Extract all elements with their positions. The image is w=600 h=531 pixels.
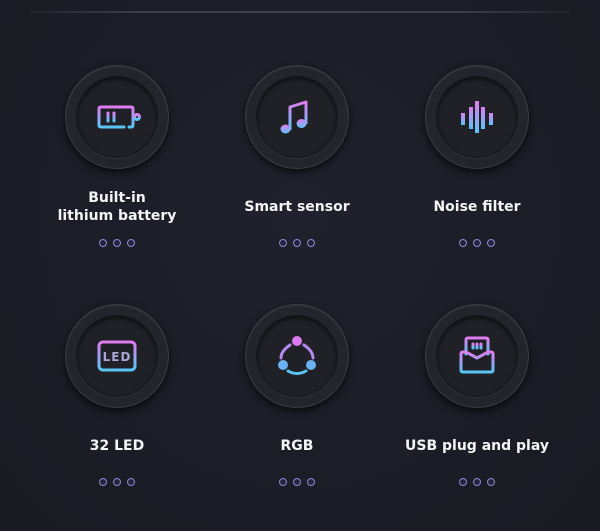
dot — [487, 478, 495, 486]
dot — [113, 478, 121, 486]
dot — [293, 239, 301, 247]
dot — [487, 239, 495, 247]
pagination-dots — [279, 478, 315, 486]
pagination-dots — [459, 239, 495, 247]
feature-label: Noise filter — [433, 199, 521, 215]
pagination-dots — [279, 239, 315, 247]
rgb-cycle-icon — [278, 336, 316, 375]
dot — [127, 239, 135, 247]
pagination-dots — [459, 478, 495, 486]
feature-usb: USB plug and play — [387, 304, 567, 486]
dot — [127, 478, 135, 486]
usb-plug-icon — [459, 336, 495, 374]
feature-badge — [425, 65, 529, 169]
dot — [307, 239, 315, 247]
top-divider — [30, 11, 570, 13]
dot — [113, 239, 121, 247]
feature-led: LED 32 LED — [27, 304, 207, 486]
feature-badge — [245, 65, 349, 169]
dot — [279, 478, 287, 486]
pagination-dots — [99, 478, 135, 486]
feature-label: RGB — [280, 438, 314, 454]
dot — [473, 478, 481, 486]
led-icon-text: LED — [103, 350, 132, 364]
sound-wave-icon — [461, 101, 493, 133]
feature-battery: Built-in lithium battery — [27, 65, 207, 247]
feature-rgb: RGB — [207, 304, 387, 486]
dot — [279, 239, 287, 247]
music-note-icon — [280, 100, 308, 134]
dot — [293, 478, 301, 486]
pagination-dots — [99, 239, 135, 247]
feature-badge: LED — [65, 304, 169, 408]
feature-noise-filter: Noise filter — [387, 65, 567, 247]
dot — [307, 478, 315, 486]
feature-label: USB plug and play — [405, 438, 549, 454]
led-display-icon: LED — [97, 340, 137, 372]
dot — [473, 239, 481, 247]
feature-label: Smart sensor — [244, 199, 350, 215]
dot — [99, 239, 107, 247]
feature-badge — [425, 304, 529, 408]
feature-label: 32 LED — [89, 438, 145, 454]
feature-label: Built-in lithium battery — [57, 190, 177, 224]
feature-badge — [65, 65, 169, 169]
dot — [459, 239, 467, 247]
dot — [99, 478, 107, 486]
dot — [459, 478, 467, 486]
battery-icon — [97, 105, 141, 129]
feature-badge — [245, 304, 349, 408]
feature-smart-sensor: Smart sensor — [207, 65, 387, 247]
